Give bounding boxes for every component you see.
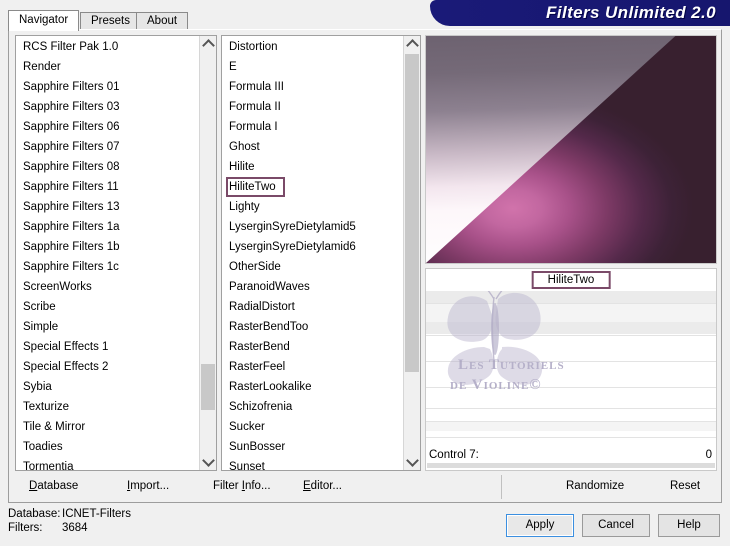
filters-unlimited-window: Filters Unlimited 2.0 Navigator Presets … bbox=[0, 0, 730, 546]
list-item[interactable]: HiliteTwo bbox=[222, 177, 403, 197]
list-item[interactable]: Sapphire Filters 13 bbox=[16, 197, 199, 217]
list-item[interactable]: RCS Filter Pak 1.0 bbox=[16, 37, 199, 57]
list-item[interactable]: Sapphire Filters 1a bbox=[16, 217, 199, 237]
list-item[interactable]: Schizofrenia bbox=[222, 397, 403, 417]
control-7-value: 0 bbox=[706, 446, 712, 464]
filter-controls-panel: Les Tutoriels de Violine© HiliteTwo Cont… bbox=[425, 268, 717, 471]
filter-info-button[interactable]: Filter Info... bbox=[213, 475, 271, 497]
list-item[interactable]: LyserginSyreDietylamid6 bbox=[222, 237, 403, 257]
list-item[interactable]: SunBosser bbox=[222, 437, 403, 457]
list-item[interactable]: RasterLookalike bbox=[222, 377, 403, 397]
scroll-down-icon[interactable] bbox=[404, 453, 420, 470]
control-divider bbox=[426, 437, 716, 438]
tab-about[interactable]: About bbox=[136, 12, 188, 30]
filter-listbox[interactable]: DistortionEFormula IIIFormula IIFormula … bbox=[221, 35, 421, 471]
reset-button[interactable]: Reset bbox=[670, 475, 700, 497]
filter-list-items[interactable]: DistortionEFormula IIIFormula IIFormula … bbox=[222, 36, 403, 470]
list-item[interactable]: Hilite bbox=[222, 157, 403, 177]
control-band bbox=[426, 422, 716, 431]
database-button[interactable]: Database bbox=[29, 475, 78, 497]
help-button[interactable]: Help bbox=[658, 514, 720, 537]
list-item[interactable]: Texturize bbox=[16, 397, 199, 417]
list-item[interactable]: Sapphire Filters 08 bbox=[16, 157, 199, 177]
status-filters-value: 3684 bbox=[62, 522, 88, 534]
action-toolbar: Database Import... Filter Info... Editor… bbox=[15, 475, 717, 499]
control-divider bbox=[426, 361, 716, 362]
editor-button[interactable]: Editor... bbox=[303, 475, 342, 497]
status-database-label: Database: bbox=[8, 508, 60, 520]
list-item[interactable]: Sybia bbox=[16, 377, 199, 397]
randomize-button[interactable]: Randomize bbox=[566, 475, 624, 497]
list-item[interactable]: Sunset bbox=[222, 457, 403, 470]
scroll-up-icon[interactable] bbox=[404, 36, 420, 53]
control-7-label: Control 7: bbox=[429, 446, 479, 464]
list-item[interactable]: Lighty bbox=[222, 197, 403, 217]
import-button[interactable]: Import... bbox=[127, 475, 169, 497]
list-item[interactable]: RasterBend bbox=[222, 337, 403, 357]
control-divider bbox=[426, 335, 716, 336]
status-bar: Database: ICNET-Filters Filters: 3684 Ap… bbox=[0, 506, 730, 546]
category-list-scrollbar[interactable] bbox=[199, 36, 216, 470]
watermark-line-2: de Violine© bbox=[450, 377, 542, 394]
tab-presets[interactable]: Presets bbox=[80, 12, 141, 30]
scrollbar-thumb[interactable] bbox=[201, 364, 215, 410]
control-band bbox=[426, 304, 716, 322]
tab-navigator[interactable]: Navigator bbox=[8, 10, 79, 31]
list-item[interactable]: Sapphire Filters 01 bbox=[16, 77, 199, 97]
list-item[interactable]: OtherSide bbox=[222, 257, 403, 277]
list-item[interactable]: Tile & Mirror bbox=[16, 417, 199, 437]
control-divider bbox=[426, 387, 716, 388]
list-item[interactable]: Special Effects 1 bbox=[16, 337, 199, 357]
preview-and-controls-pane: Les Tutoriels de Violine© HiliteTwo Cont… bbox=[425, 35, 717, 471]
tab-strip: Navigator Presets About bbox=[8, 10, 722, 30]
list-item[interactable]: RasterBendToo bbox=[222, 317, 403, 337]
list-item[interactable]: ParanoidWaves bbox=[222, 277, 403, 297]
list-item[interactable]: Sapphire Filters 11 bbox=[16, 177, 199, 197]
scroll-up-icon[interactable] bbox=[200, 36, 216, 53]
list-item[interactable]: Formula I bbox=[222, 117, 403, 137]
list-item[interactable]: Scribe bbox=[16, 297, 199, 317]
list-item[interactable]: RadialDistort bbox=[222, 297, 403, 317]
list-item[interactable]: Formula III bbox=[222, 77, 403, 97]
list-item[interactable]: Ghost bbox=[222, 137, 403, 157]
category-listbox[interactable]: RCS Filter Pak 1.0RenderSapphire Filters… bbox=[15, 35, 217, 471]
control-7-slider[interactable] bbox=[427, 463, 715, 468]
watermark-line-1: Les Tutoriels bbox=[458, 357, 565, 374]
filter-title: HiliteTwo bbox=[532, 271, 611, 289]
list-item[interactable]: Sapphire Filters 06 bbox=[16, 117, 199, 137]
list-item[interactable]: E bbox=[222, 57, 403, 77]
scroll-down-icon[interactable] bbox=[200, 453, 216, 470]
apply-button[interactable]: Apply bbox=[506, 514, 574, 537]
list-item[interactable]: Sucker bbox=[222, 417, 403, 437]
list-item[interactable]: Simple bbox=[16, 317, 199, 337]
cancel-button[interactable]: Cancel bbox=[582, 514, 650, 537]
control-divider bbox=[426, 408, 716, 409]
list-item[interactable]: Sapphire Filters 07 bbox=[16, 137, 199, 157]
control-7-row[interactable]: Control 7: 0 bbox=[426, 446, 716, 464]
list-item[interactable]: Sapphire Filters 1c bbox=[16, 257, 199, 277]
control-band bbox=[426, 322, 716, 334]
list-item[interactable]: Render bbox=[16, 57, 199, 77]
status-filters-label: Filters: bbox=[8, 522, 43, 534]
status-database-value: ICNET-Filters bbox=[62, 508, 131, 520]
list-item[interactable]: Sapphire Filters 1b bbox=[16, 237, 199, 257]
list-item[interactable]: Toadies bbox=[16, 437, 199, 457]
list-item[interactable]: Tormentia bbox=[16, 457, 199, 470]
filter-preview-image[interactable] bbox=[425, 35, 717, 264]
list-item[interactable]: ScreenWorks bbox=[16, 277, 199, 297]
list-item[interactable]: RasterFeel bbox=[222, 357, 403, 377]
category-list-items[interactable]: RCS Filter Pak 1.0RenderSapphire Filters… bbox=[16, 36, 199, 470]
list-item[interactable]: Special Effects 2 bbox=[16, 357, 199, 377]
toolbar-separator bbox=[501, 475, 502, 499]
control-band bbox=[426, 291, 716, 303]
list-item[interactable]: Formula II bbox=[222, 97, 403, 117]
list-item[interactable]: Distortion bbox=[222, 37, 403, 57]
list-item[interactable]: LyserginSyreDietylamid5 bbox=[222, 217, 403, 237]
filter-title-row: HiliteTwo bbox=[426, 269, 716, 291]
navigator-panel: RCS Filter Pak 1.0RenderSapphire Filters… bbox=[8, 29, 722, 503]
scrollbar-thumb[interactable] bbox=[405, 54, 419, 372]
filter-list-scrollbar[interactable] bbox=[403, 36, 420, 470]
list-item[interactable]: Sapphire Filters 03 bbox=[16, 97, 199, 117]
